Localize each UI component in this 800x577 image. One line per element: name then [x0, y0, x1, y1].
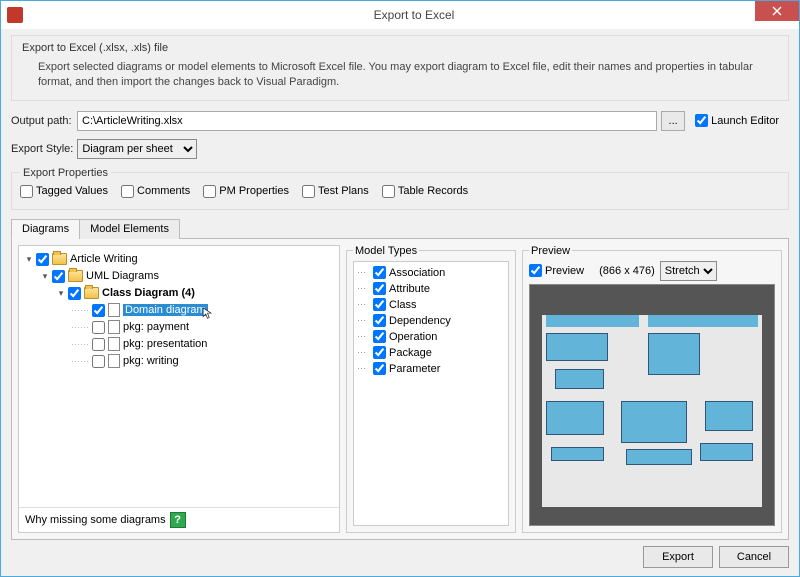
- titlebar: Export to Excel: [1, 1, 799, 29]
- window-title: Export to Excel: [29, 8, 799, 22]
- expander-icon[interactable]: ▾: [39, 270, 51, 282]
- intro-panel: Export to Excel (.xlsx, .xls) file Expor…: [11, 35, 789, 101]
- comments-checkbox[interactable]: [121, 185, 134, 198]
- intro-description: Export selected diagrams or model elemen…: [38, 60, 778, 90]
- export-style-select[interactable]: Diagram per sheet: [77, 139, 197, 159]
- folder-icon: [84, 287, 99, 299]
- cancel-button[interactable]: Cancel: [719, 546, 789, 568]
- diagram-tree[interactable]: ▾Article Writing ▾UML Diagrams ▾Class Di…: [19, 249, 339, 507]
- preview-mode-select[interactable]: Stretch: [660, 261, 717, 281]
- tagged-values-checkbox[interactable]: [20, 185, 33, 198]
- folder-icon: [68, 270, 83, 282]
- launch-editor-checkbox[interactable]: [695, 114, 708, 127]
- tree-check-item-0[interactable]: [92, 304, 105, 317]
- preview-legend: Preview: [529, 245, 572, 257]
- table-records-checkbox[interactable]: [382, 185, 395, 198]
- export-properties-legend: Export Properties: [20, 167, 111, 179]
- tree-check-uml[interactable]: [52, 270, 65, 283]
- model-types-legend: Model Types: [353, 245, 419, 257]
- mt-check-1[interactable]: [373, 282, 386, 295]
- mt-check-6[interactable]: [373, 362, 386, 375]
- preview-dimensions: (866 x 476): [599, 265, 655, 277]
- tab-model-elements[interactable]: Model Elements: [79, 219, 180, 239]
- tree-check-item-1[interactable]: [92, 321, 105, 334]
- launch-editor-label: Launch Editor: [711, 115, 779, 127]
- tree-footer: Why missing some diagrams ?: [19, 507, 339, 532]
- mt-check-5[interactable]: [373, 346, 386, 359]
- export-properties-group: Export Properties Tagged Values Comments…: [11, 167, 789, 210]
- preview-group: Preview Preview (866 x 476) Stretch: [522, 245, 782, 533]
- preview-canvas: [529, 284, 775, 526]
- tree-check-item-2[interactable]: [92, 338, 105, 351]
- tab-bar: Diagrams Model Elements: [11, 218, 789, 239]
- export-button[interactable]: Export: [643, 546, 713, 568]
- output-path-label: Output path:: [11, 115, 73, 127]
- mt-check-3[interactable]: [373, 314, 386, 327]
- diagram-icon: [108, 354, 120, 368]
- export-to-excel-dialog: Export to Excel Export to Excel (.xlsx, …: [0, 0, 800, 577]
- tree-check-class[interactable]: [68, 287, 81, 300]
- dialog-footer: Export Cancel: [11, 540, 789, 568]
- preview-checkbox[interactable]: [529, 264, 542, 277]
- close-icon: [772, 6, 782, 16]
- output-path-input[interactable]: [77, 111, 657, 131]
- app-icon: [7, 7, 23, 23]
- close-button[interactable]: [755, 1, 799, 21]
- model-types-group: Model Types ⋯Association ⋯Attribute ⋯Cla…: [346, 245, 516, 533]
- tree-item-selected[interactable]: Domain diagram: [123, 304, 208, 316]
- help-icon[interactable]: ?: [170, 512, 186, 528]
- test-plans-checkbox[interactable]: [302, 185, 315, 198]
- tab-content: ▾Article Writing ▾UML Diagrams ▾Class Di…: [11, 239, 789, 540]
- tab-diagrams[interactable]: Diagrams: [11, 219, 80, 239]
- browse-button[interactable]: ...: [661, 111, 685, 131]
- folder-icon: [52, 253, 67, 265]
- export-style-label: Export Style:: [11, 143, 73, 155]
- tree-check-root[interactable]: [36, 253, 49, 266]
- intro-header: Export to Excel (.xlsx, .xls) file: [22, 42, 778, 54]
- mt-check-0[interactable]: [373, 266, 386, 279]
- expander-icon[interactable]: ▾: [23, 253, 35, 265]
- mt-check-2[interactable]: [373, 298, 386, 311]
- diagram-icon: [108, 337, 120, 351]
- pm-properties-checkbox[interactable]: [203, 185, 216, 198]
- expander-icon[interactable]: ▾: [55, 287, 67, 299]
- missing-diagrams-label: Why missing some diagrams: [25, 514, 166, 526]
- diagram-icon: [108, 303, 120, 317]
- model-types-list[interactable]: ⋯Association ⋯Attribute ⋯Class ⋯Dependen…: [353, 261, 509, 526]
- tree-check-item-3[interactable]: [92, 355, 105, 368]
- mt-check-4[interactable]: [373, 330, 386, 343]
- diagram-tree-panel: ▾Article Writing ▾UML Diagrams ▾Class Di…: [18, 245, 340, 533]
- diagram-icon: [108, 320, 120, 334]
